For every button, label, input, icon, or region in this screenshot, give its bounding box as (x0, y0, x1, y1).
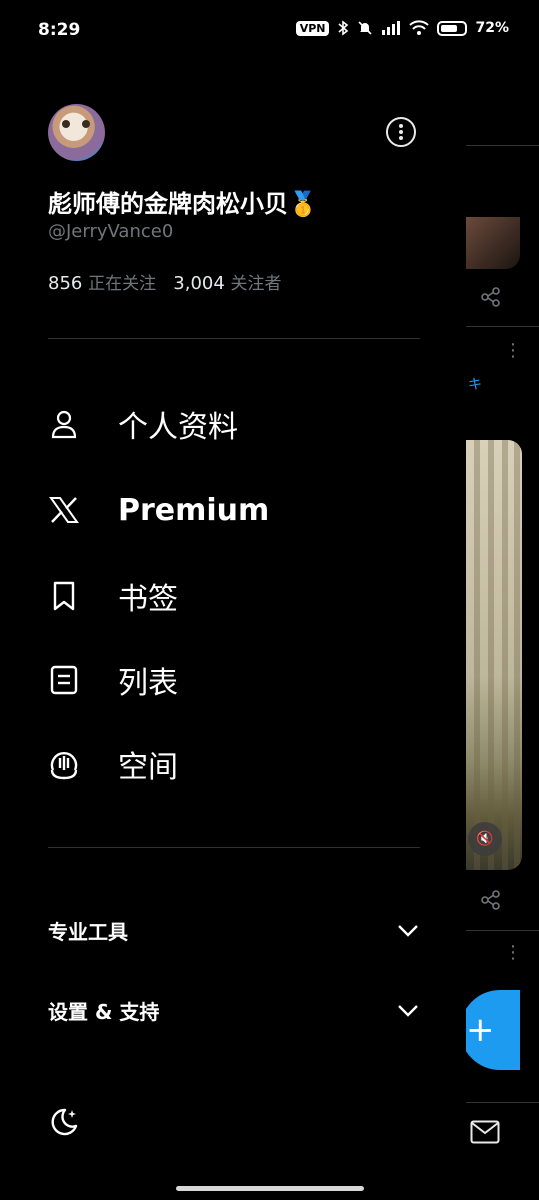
user-handle[interactable]: @JerryVance0 (48, 221, 173, 242)
menu-label: 个人资料 (118, 410, 238, 445)
chevron-down-icon (398, 925, 418, 937)
menu-label: 列表 (118, 666, 178, 701)
followers-label: 关注者 (230, 274, 282, 294)
account-more-button[interactable] (386, 117, 416, 147)
divider (48, 847, 420, 848)
battery-fill (441, 24, 458, 32)
share-icon[interactable] (480, 286, 502, 308)
home-indicator[interactable] (176, 1186, 364, 1191)
menu-item-bookmarks[interactable]: 书签 (48, 568, 420, 624)
home-feed-peek[interactable]: ⋮ キ 🔇 ⋮ + (460, 62, 539, 1200)
x-logo-icon (48, 494, 80, 526)
section-label: 设置 & 支持 (48, 999, 160, 1024)
navigation-drawer: 彪师傅的金牌肉松小贝🥇 @JerryVance0 856 正在关注 3,004 … (0, 62, 466, 1200)
menu-label: 空间 (118, 750, 178, 785)
tabbar-divider (466, 1102, 539, 1103)
share-icon[interactable] (480, 889, 502, 911)
vpn-badge: VPN (295, 20, 330, 36)
post-more-icon[interactable]: ⋮ (504, 942, 522, 963)
spaces-icon (48, 748, 80, 780)
post-media-image[interactable] (466, 440, 522, 870)
feed-divider (466, 326, 539, 327)
theme-toggle-button[interactable] (48, 1106, 80, 1142)
following-label: 正在关注 (88, 274, 157, 294)
section-settings-support[interactable]: 设置 & 支持 (48, 990, 420, 1030)
avatar[interactable] (48, 104, 105, 161)
followers-link[interactable]: 3,004 关注者 (173, 273, 281, 294)
menu-item-premium[interactable]: Premium (48, 482, 420, 538)
menu-label: 书签 (118, 582, 178, 617)
feed-divider (466, 930, 539, 931)
messages-icon[interactable] (470, 1120, 500, 1144)
signal-icon (382, 21, 401, 35)
menu-item-lists[interactable]: 列表 (48, 652, 420, 708)
menu-item-spaces[interactable]: 空间 (48, 736, 420, 792)
compose-fab-button[interactable]: + (460, 990, 520, 1070)
section-label: 专业工具 (48, 919, 128, 944)
list-icon (48, 664, 80, 696)
status-icons: VPN 72% (295, 20, 509, 36)
menu-item-profile[interactable]: 个人资料 (48, 396, 420, 452)
feed-divider (466, 145, 539, 146)
chevron-down-icon (398, 1005, 418, 1017)
mute-bell-icon (358, 21, 373, 35)
wifi-icon (409, 20, 430, 35)
following-link[interactable]: 856 正在关注 (48, 273, 156, 294)
section-professional-tools[interactable]: 专业工具 (48, 910, 420, 950)
post-thumbnail[interactable] (466, 217, 520, 269)
video-mute-icon[interactable]: 🔇 (468, 822, 502, 856)
person-icon (48, 408, 80, 440)
following-count: 856 (48, 273, 83, 294)
followers-count: 3,004 (173, 273, 225, 294)
moon-sparkle-icon (51, 1108, 78, 1136)
post-link-fragment[interactable]: キ (468, 374, 482, 394)
bluetooth-icon (338, 20, 349, 36)
display-name[interactable]: 彪师傅的金牌肉松小贝🥇 (48, 184, 318, 219)
more-vertical-icon (399, 123, 403, 141)
post-more-icon[interactable]: ⋮ (504, 340, 522, 361)
bookmark-icon (48, 580, 80, 612)
menu-label: Premium (118, 492, 270, 528)
plus-icon: + (466, 1010, 495, 1050)
battery-icon (437, 20, 468, 36)
battery-percent: 72% (475, 20, 509, 36)
follow-stats: 856 正在关注 3,004 关注者 (48, 269, 282, 294)
status-time: 8:29 (38, 20, 81, 40)
status-bar: 8:29 VPN 72% (0, 0, 539, 62)
divider (48, 338, 420, 339)
